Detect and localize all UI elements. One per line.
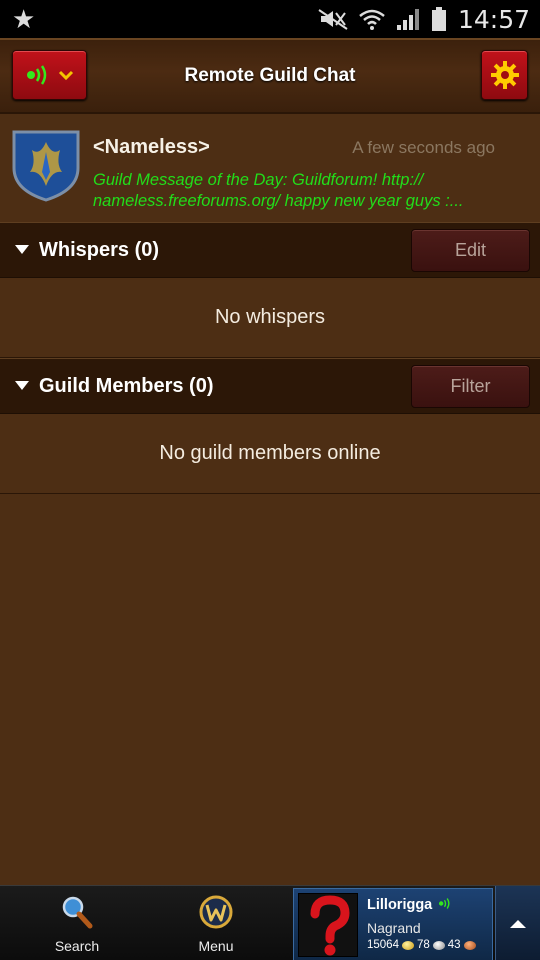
silver-coin-icon bbox=[432, 940, 445, 950]
character-name: Lillorigga bbox=[367, 897, 452, 913]
silver-amount: 78 bbox=[416, 939, 430, 951]
gold-amount: 15064 bbox=[367, 939, 399, 951]
collapse-triangle-icon bbox=[15, 381, 29, 390]
whispers-empty-message: No whispers bbox=[0, 278, 540, 358]
question-mark-icon bbox=[310, 895, 350, 956]
star-icon: ★ bbox=[12, 4, 36, 34]
guild-members-section-header[interactable]: Guild Members (0) Filter bbox=[0, 358, 540, 414]
collapse-triangle-icon bbox=[15, 245, 29, 254]
status-bar: ★ 14:57 bbox=[0, 0, 540, 38]
menu-tab-label: Menu bbox=[198, 938, 234, 954]
wow-logo-icon bbox=[199, 895, 233, 929]
sound-waves-icon bbox=[26, 65, 46, 85]
guild-crest-icon bbox=[12, 130, 80, 202]
menu-tab[interactable]: Menu bbox=[146, 886, 286, 960]
gear-icon bbox=[490, 61, 519, 89]
app-screen: ★ 14:57 Remote Guild Chat <Nameless> A f… bbox=[0, 0, 540, 960]
character-money: 15064 78 43 bbox=[367, 939, 476, 951]
app-header: Remote Guild Chat bbox=[0, 38, 540, 114]
edit-button[interactable]: Edit bbox=[411, 229, 530, 272]
character-card[interactable]: Lillorigga Nagrand 15064 78 43 bbox=[293, 888, 493, 960]
expand-button[interactable] bbox=[495, 886, 540, 960]
sound-waves-icon bbox=[439, 898, 450, 909]
guild-name: <Nameless> bbox=[93, 136, 210, 158]
search-icon bbox=[62, 896, 93, 929]
wifi-icon bbox=[359, 9, 385, 30]
guild-motd: Guild Message of the Day: Guildforum! ht… bbox=[93, 171, 464, 210]
whispers-title: Whispers (0) bbox=[39, 239, 160, 261]
mute-icon bbox=[318, 9, 348, 30]
guild-members-title: Guild Members (0) bbox=[39, 375, 214, 397]
copper-amount: 43 bbox=[447, 939, 461, 951]
search-tab[interactable]: Search bbox=[7, 886, 147, 960]
status-select-button[interactable] bbox=[12, 50, 87, 100]
bottom-navigation-bar: Search Menu Lillorigga Nagrand 15064 78 … bbox=[0, 885, 540, 960]
signal-icon bbox=[396, 9, 419, 30]
guild-info-panel[interactable]: <Nameless> A few seconds ago Guild Messa… bbox=[0, 116, 540, 222]
copper-coin-icon bbox=[463, 940, 476, 950]
gold-coin-icon bbox=[401, 940, 414, 950]
chevron-down-icon bbox=[58, 70, 73, 81]
character-portrait bbox=[298, 893, 358, 957]
status-time: 14:57 bbox=[457, 4, 530, 34]
character-realm: Nagrand bbox=[367, 920, 421, 936]
settings-button[interactable] bbox=[481, 50, 528, 100]
filter-button[interactable]: Filter bbox=[411, 365, 530, 408]
battery-icon bbox=[431, 7, 446, 31]
arrow-up-icon bbox=[510, 919, 526, 928]
guild-members-empty-message: No guild members online bbox=[0, 414, 540, 494]
guild-motd-time: A few seconds ago bbox=[352, 138, 495, 157]
whispers-section-header[interactable]: Whispers (0) Edit bbox=[0, 222, 540, 278]
search-tab-label: Search bbox=[54, 938, 100, 954]
